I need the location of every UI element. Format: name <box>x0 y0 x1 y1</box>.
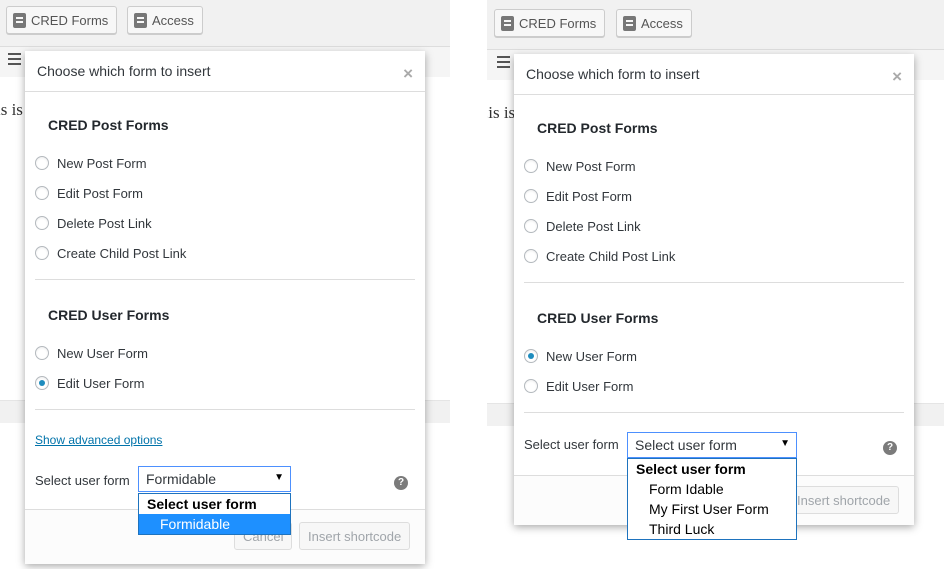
radio-create-child-post-link[interactable]: Create Child Post Link <box>35 243 186 263</box>
access-icon <box>623 15 636 31</box>
radio-label: Delete Post Link <box>546 218 641 234</box>
radio-button[interactable] <box>524 379 538 393</box>
radio-edit-user-form[interactable]: Edit User Form <box>35 373 144 393</box>
cred-forms-label: CRED Forms <box>519 15 597 31</box>
radio-label: New Post Form <box>57 155 147 171</box>
user-form-dropdown-list: Select user form Form Idable My First Us… <box>627 458 797 540</box>
insert-form-dialog: Choose which form to insert × CRED Post … <box>514 54 914 540</box>
access-icon <box>134 12 147 28</box>
radio-delete-post-link[interactable]: Delete Post Link <box>35 213 152 233</box>
radio-label: Edit User Form <box>57 375 145 391</box>
dialog-title: Choose which form to insert <box>526 66 700 82</box>
left-screenshot-panel: CRED Forms Access is is Choose which for… <box>0 0 450 569</box>
select-value: Select user form <box>635 437 737 453</box>
radio-label: New User Form <box>546 348 638 364</box>
radio-button[interactable] <box>35 346 49 360</box>
cred-forms-button[interactable]: CRED Forms <box>6 6 118 34</box>
access-button[interactable]: Access <box>127 6 203 34</box>
radio-delete-post-link[interactable]: Delete Post Link <box>524 216 641 236</box>
radio-edit-user-form[interactable]: Edit User Form <box>524 376 633 396</box>
dropdown-option[interactable]: Third Luck <box>628 519 796 539</box>
radio-button-checked[interactable] <box>524 349 538 363</box>
radio-label: Create Child Post Link <box>546 248 676 264</box>
dropdown-arrow-icon: ▼ <box>780 438 790 449</box>
radio-label: New Post Form <box>546 158 636 174</box>
radio-new-post-form[interactable]: New Post Form <box>524 156 636 176</box>
help-circle-icon[interactable]: ? <box>394 476 408 490</box>
radio-label: Create Child Post Link <box>57 245 187 261</box>
select-value: Formidable <box>146 471 217 487</box>
help-circle-icon[interactable]: ? <box>883 441 897 455</box>
dialog-header: Choose which form to insert × <box>25 51 425 92</box>
post-forms-heading: CRED Post Forms <box>48 117 169 133</box>
access-label: Access <box>152 12 194 28</box>
radio-edit-post-form[interactable]: Edit Post Form <box>524 186 632 206</box>
post-forms-heading: CRED Post Forms <box>537 120 658 136</box>
section-divider <box>35 409 415 410</box>
form-icon <box>501 15 514 31</box>
radio-edit-post-form[interactable]: Edit Post Form <box>35 183 143 203</box>
radio-button[interactable] <box>524 219 538 233</box>
user-forms-heading: CRED User Forms <box>537 310 659 326</box>
radio-label: Edit Post Form <box>57 185 143 201</box>
radio-button[interactable] <box>524 189 538 203</box>
close-icon[interactable]: × <box>403 64 413 84</box>
radio-button[interactable] <box>35 156 49 170</box>
insert-shortcode-button[interactable]: Insert shortcode <box>788 486 900 514</box>
show-advanced-options-link[interactable]: Show advanced options <box>35 433 162 447</box>
radio-create-child-post-link[interactable]: Create Child Post Link <box>524 246 675 266</box>
radio-label: New User Form <box>57 345 149 361</box>
radio-new-post-form[interactable]: New Post Form <box>35 153 147 173</box>
access-button[interactable]: Access <box>616 9 692 37</box>
dropdown-arrow-icon: ▼ <box>274 472 284 483</box>
user-form-select[interactable]: Select user form ▼ <box>627 432 797 458</box>
radio-button[interactable] <box>524 249 538 263</box>
insert-shortcode-button[interactable]: Insert shortcode <box>299 522 411 550</box>
radio-label: Edit Post Form <box>546 188 632 204</box>
insert-form-dialog: Choose which form to insert × CRED Post … <box>25 51 425 564</box>
align-left-icon[interactable] <box>8 53 21 65</box>
cred-forms-label: CRED Forms <box>31 12 109 28</box>
section-divider <box>524 412 904 413</box>
right-screenshot-panel: CRED Forms Access .is is Choose which fo… <box>487 0 944 569</box>
section-divider <box>35 279 415 280</box>
dropdown-option-group: Select user form <box>147 496 257 512</box>
user-forms-heading: CRED User Forms <box>48 307 170 323</box>
dropdown-option[interactable]: Formidable <box>139 514 290 534</box>
radio-new-user-form[interactable]: New User Form <box>524 346 637 366</box>
select-user-form-label: Select user form <box>524 437 619 452</box>
radio-button-checked[interactable] <box>35 376 49 390</box>
section-divider <box>524 282 904 283</box>
dropdown-option-group: Select user form <box>636 461 746 477</box>
radio-button[interactable] <box>524 159 538 173</box>
editor-text: .is is <box>487 103 516 122</box>
radio-button[interactable] <box>35 216 49 230</box>
radio-label: Edit User Form <box>546 378 634 394</box>
dialog-header: Choose which form to insert × <box>514 54 914 95</box>
close-icon[interactable]: × <box>892 67 902 87</box>
radio-new-user-form[interactable]: New User Form <box>35 343 148 363</box>
align-left-icon[interactable] <box>497 56 510 68</box>
radio-label: Delete Post Link <box>57 215 152 231</box>
cred-forms-button[interactable]: CRED Forms <box>494 9 606 37</box>
user-form-dropdown-list: Select user form Formidable <box>138 493 291 535</box>
radio-button[interactable] <box>35 186 49 200</box>
dropdown-option[interactable]: Form Idable <box>628 479 796 499</box>
form-icon <box>13 12 26 28</box>
select-user-form-label: Select user form <box>35 473 130 488</box>
dialog-title: Choose which form to insert <box>37 63 211 79</box>
editor-text: is is <box>0 100 23 119</box>
access-label: Access <box>641 15 683 31</box>
radio-button[interactable] <box>35 246 49 260</box>
user-form-select[interactable]: Formidable ▼ <box>138 466 291 492</box>
dropdown-option[interactable]: My First User Form <box>628 499 796 519</box>
